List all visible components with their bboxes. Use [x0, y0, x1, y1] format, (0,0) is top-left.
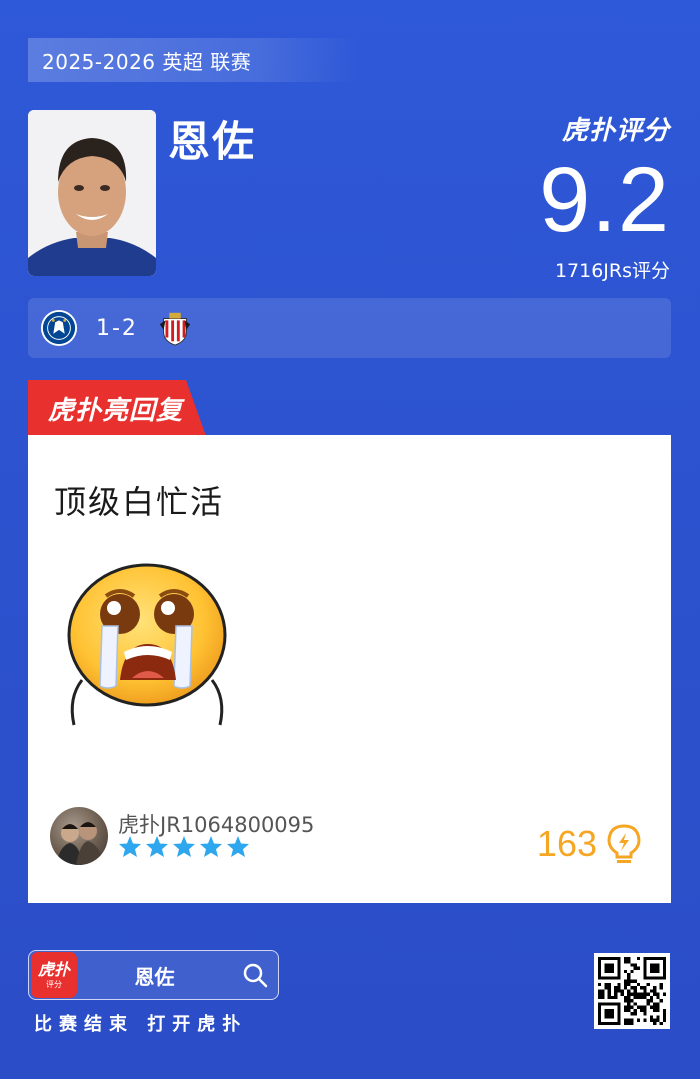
season-banner: 2025-2026 英超 联赛: [28, 38, 358, 82]
star-icon: [227, 836, 249, 857]
highlight-comment-card: 顶级白忙活 虎扑JR1064800095 163: [28, 435, 671, 903]
avatar[interactable]: [50, 807, 108, 865]
player-score: 9.2: [539, 149, 670, 251]
hupu-app-icon: 虎扑 评分: [31, 952, 77, 998]
like-button[interactable]: 163: [537, 823, 643, 865]
match-score: 1-2: [96, 315, 138, 341]
like-count: 163: [536, 823, 597, 864]
crying-face-icon: [67, 563, 227, 726]
lightbulb-icon: [607, 824, 641, 863]
qr-code[interactable]: [594, 953, 670, 1029]
app-icon-text: 虎扑: [37, 959, 70, 979]
season-label: 2025-2026 英超 联赛: [42, 49, 252, 74]
vote-count: 1716JRs评分: [554, 260, 670, 282]
comment-text: 顶级白忙活: [54, 483, 225, 521]
star-icon: [146, 836, 168, 857]
highlight-reply-tag: 虎扑亮回复: [28, 380, 206, 436]
star-icon: [200, 836, 222, 857]
player-photo: [28, 110, 156, 276]
search-text: 恩佐: [134, 964, 175, 989]
player-name: 恩佐: [168, 117, 257, 166]
app-icon-subtext: 评分: [46, 979, 62, 989]
open-app-cta[interactable]: 比赛结束 打开虎扑: [34, 1010, 247, 1036]
chelsea-crest-icon: [40, 309, 78, 347]
star-icon: [119, 836, 141, 857]
highlight-tag-label: 虎扑亮回复: [48, 395, 184, 426]
star-icon: [173, 836, 195, 857]
hupu-rating-logo: 虎扑评分: [561, 116, 670, 146]
search-icon: [243, 963, 268, 988]
match-result-bar[interactable]: 1-2: [28, 298, 671, 358]
search-bar[interactable]: 虎扑 评分 恩佐: [28, 950, 279, 1000]
rating-stars: [118, 835, 250, 858]
sunderland-crest-icon: [159, 312, 191, 346]
